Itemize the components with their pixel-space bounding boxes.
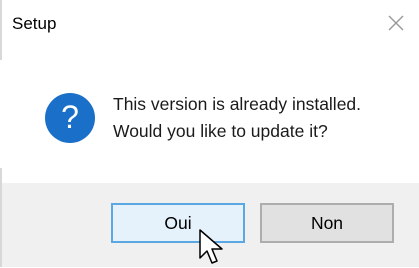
close-button[interactable] [379,6,413,40]
message-line-2: Would you like to update it? [113,121,328,141]
setup-dialog: Setup ? This version is already installe… [0,0,419,267]
mouse-pointer-icon [199,229,223,264]
question-icon: ? [45,93,95,143]
message-line-1: This version is already installed. [113,94,362,114]
window-title: Setup [12,14,57,33]
dialog-message: This version is already installed. Would… [113,91,361,145]
close-icon [388,15,404,31]
dialog-content: ? This version is already installed. Wou… [0,60,419,168]
question-glyph: ? [61,99,79,135]
no-button[interactable]: Non [260,203,394,243]
